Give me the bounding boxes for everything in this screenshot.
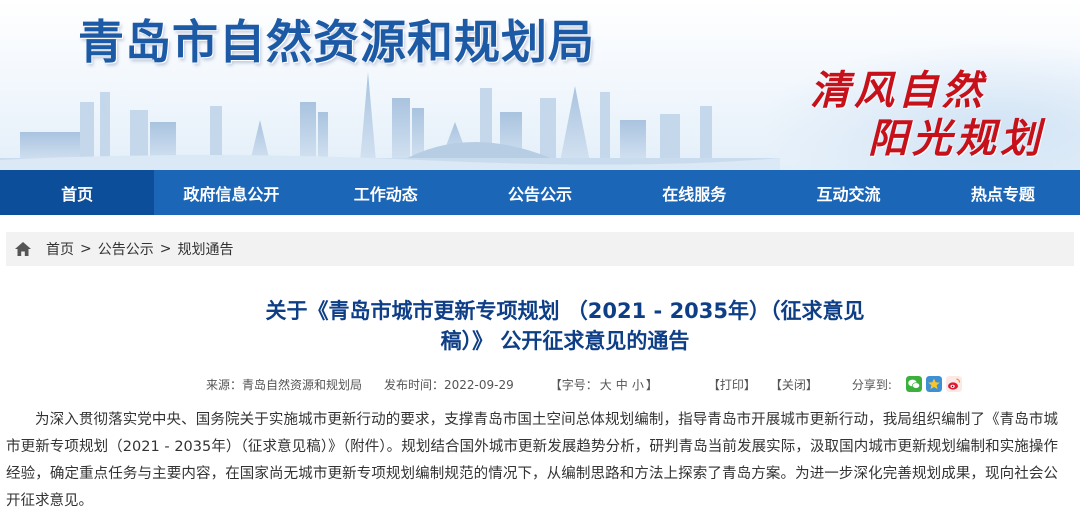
nav-item-government-info[interactable]: 政府信息公开 — [154, 170, 308, 215]
wechat-share-icon[interactable] — [905, 376, 922, 392]
qzone-share-icon[interactable] — [925, 376, 942, 392]
font-size-large-button[interactable]: 大 — [600, 378, 612, 392]
font-size-controls: 【字号：大中小】 — [550, 376, 658, 393]
print-button[interactable]: 【打印】 — [708, 376, 756, 393]
weibo-share-icon[interactable] — [945, 376, 962, 392]
breadcrumb-home[interactable]: 首页 — [46, 239, 74, 259]
font-size-medium-button[interactable]: 中 — [616, 378, 628, 392]
article-body: 为深入贯彻落实党中央、国务院关于实施城市更新行动的要求，支撑青岛市国土空间总体规… — [6, 412, 1058, 509]
font-size-end: 】 — [645, 377, 658, 392]
slogan-line-2: 阳光规划 — [868, 115, 1044, 162]
publish-date: 发布时间：2022-09-29 — [384, 377, 514, 392]
font-size-small-button[interactable]: 小 — [632, 378, 644, 392]
breadcrumb-separator: > — [159, 241, 172, 257]
share-icons — [905, 376, 962, 392]
close-button[interactable]: 【关闭】 — [770, 376, 818, 393]
share-label: 分享到: — [851, 377, 892, 392]
nav-item-online-service[interactable]: 在线服务 — [617, 170, 771, 215]
article-title: 关于《青岛市城市更新专项规划 （2021 - 2035年）（征求意见稿）》 公开… — [265, 299, 865, 353]
article-meta: 来源：青岛自然资源和规划局 发布时间：2022-09-29 【字号：大中小】 【… — [0, 375, 1080, 393]
home-icon[interactable] — [14, 241, 32, 257]
main-nav: 首页 政府信息公开 工作动态 公告公示 在线服务 互动交流 热点专题 — [0, 170, 1080, 215]
nav-item-home[interactable]: 首页 — [0, 170, 155, 215]
breadcrumb-announcements[interactable]: 公告公示 — [98, 239, 154, 259]
site-title: 青岛市自然资源和规划局 — [78, 15, 595, 69]
nav-item-hot-topics[interactable]: 热点专题 — [926, 170, 1080, 215]
breadcrumb: 首页 > 公告公示 > 规划通告 — [6, 232, 1074, 266]
nav-item-interaction[interactable]: 互动交流 — [771, 170, 925, 215]
site-banner: 青岛市自然资源和规划局 清风自然 阳光规划 — [0, 0, 1080, 170]
breadcrumb-separator: > — [80, 241, 92, 257]
city-skyline-illustration — [0, 72, 780, 170]
article-source: 来源：青岛自然资源和规划局 — [206, 377, 363, 392]
nav-item-announcements[interactable]: 公告公示 — [463, 170, 617, 215]
breadcrumb-planning-notices[interactable]: 规划通告 — [177, 239, 233, 259]
font-size-label: 【字号： — [549, 377, 598, 392]
nav-item-work-news[interactable]: 工作动态 — [309, 170, 463, 215]
